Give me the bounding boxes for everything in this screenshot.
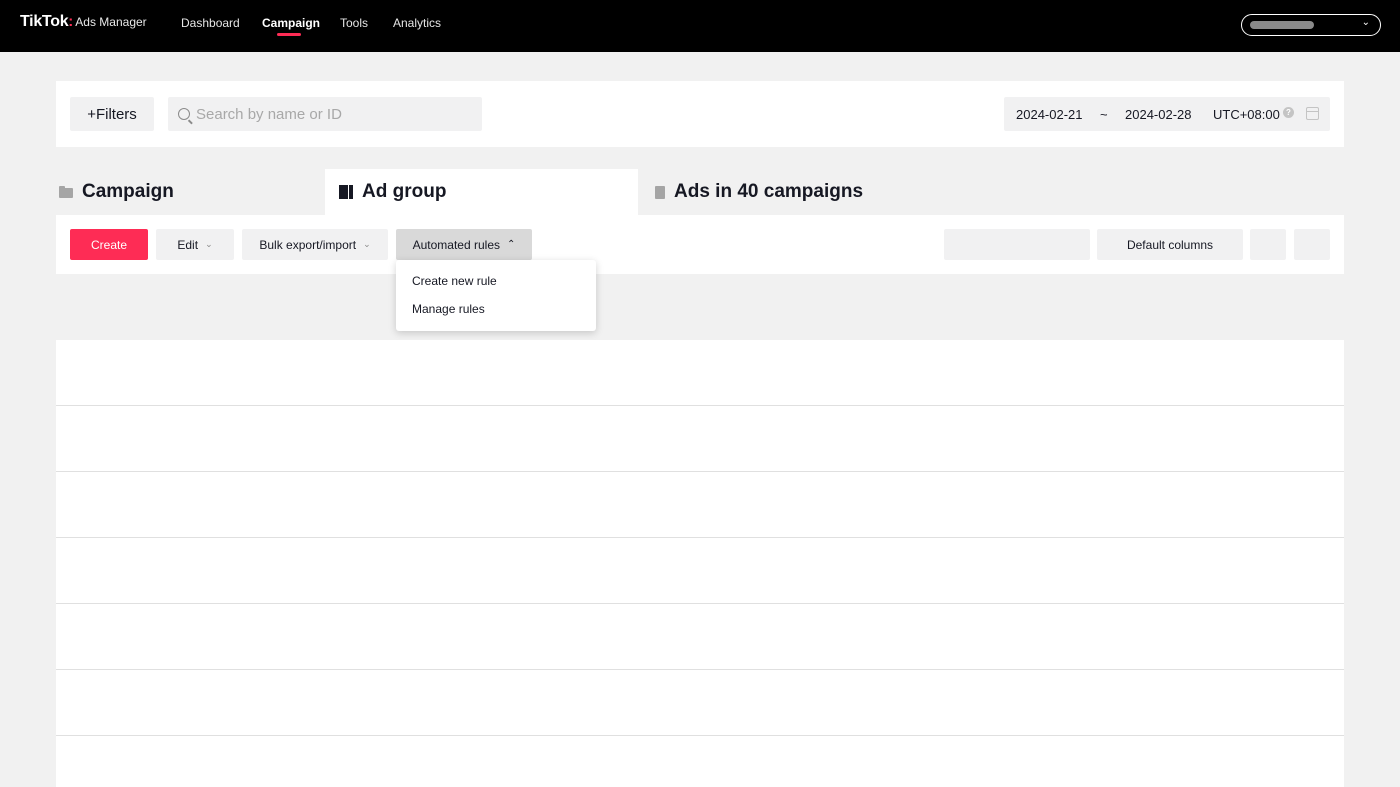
help-icon[interactable]: ? <box>1283 107 1294 118</box>
bulk-export-import-button[interactable]: Bulk export/import ⌄ <box>242 229 388 260</box>
automated-rules-label: Automated rules <box>412 237 500 252</box>
toolbar-icon-button-1[interactable] <box>1250 229 1286 260</box>
nav-active-indicator <box>277 33 301 36</box>
edit-label: Edit <box>177 237 199 252</box>
table-row[interactable] <box>56 604 1344 670</box>
create-button[interactable]: Create <box>70 229 148 260</box>
chevron-down-icon: ⌄ <box>1361 17 1370 28</box>
automated-rules-menu: Create new rule Manage rules <box>396 260 596 331</box>
chevron-down-icon: ⌄ <box>205 239 213 249</box>
tab-ads[interactable]: Ads in 40 campaigns <box>638 169 938 215</box>
logo-subtitle: Ads Manager <box>75 15 147 29</box>
date-range-picker[interactable]: 2024-02-21 ~ 2024-02-28 UTC+08:00 ? <box>1004 97 1330 131</box>
table-row[interactable] <box>56 670 1344 736</box>
nav-campaign[interactable]: Campaign <box>262 16 320 30</box>
account-name-placeholder <box>1250 21 1314 29</box>
account-selector[interactable]: ⌄ <box>1241 14 1381 36</box>
menu-item-create-new-rule[interactable]: Create new rule <box>396 267 596 295</box>
logo-separator: : <box>68 13 74 30</box>
date-end[interactable]: 2024-02-28 <box>1125 107 1192 122</box>
chevron-down-icon: ⌄ <box>363 239 371 249</box>
tiktok-ads-manager-logo[interactable]: TikTok : Ads Manager <box>20 13 147 31</box>
search-input[interactable] <box>196 105 466 123</box>
tab-ad-group[interactable]: Ad group <box>325 169 638 215</box>
tab-campaign-label: Campaign <box>82 181 174 202</box>
ad-icon <box>655 185 665 199</box>
table-row[interactable] <box>56 736 1344 787</box>
top-navigation-bar: TikTok : Ads Manager Dashboard Campaign … <box>0 0 1400 52</box>
tab-ads-label: Ads in 40 campaigns <box>674 181 864 202</box>
filter-bar: +Filters 2024-02-21 ~ 2024-02-28 UTC+08:… <box>56 81 1344 147</box>
automated-rules-button[interactable]: Automated rules ⌃ <box>396 229 532 260</box>
nav-analytics[interactable]: Analytics <box>393 16 441 30</box>
table-row[interactable] <box>56 472 1344 538</box>
timezone-label: UTC+08:00 <box>1213 107 1280 122</box>
ad-group-table <box>56 340 1344 787</box>
table-row[interactable] <box>56 538 1344 604</box>
folder-icon <box>59 186 73 198</box>
chevron-up-icon: ⌃ <box>507 239 516 250</box>
nav-dashboard[interactable]: Dashboard <box>181 16 240 30</box>
search-box[interactable] <box>168 97 482 131</box>
ad-group-icon <box>339 185 353 199</box>
calendar-icon[interactable] <box>1306 107 1319 120</box>
menu-item-manage-rules[interactable]: Manage rules <box>396 295 596 323</box>
default-columns-button[interactable]: Default columns <box>1097 229 1243 260</box>
action-toolbar: Create Edit ⌄ Bulk export/import ⌄ Autom… <box>56 215 1344 274</box>
filters-button[interactable]: +Filters <box>70 97 154 131</box>
toolbar-blank-button[interactable] <box>944 229 1090 260</box>
tab-ad-group-label: Ad group <box>362 181 447 202</box>
search-icon <box>178 108 190 120</box>
date-start[interactable]: 2024-02-21 <box>1016 107 1083 122</box>
logo-wordmark: TikTok <box>20 13 69 30</box>
edit-button[interactable]: Edit ⌄ <box>156 229 234 260</box>
bulk-label: Bulk export/import <box>259 237 357 252</box>
table-row[interactable] <box>56 406 1344 472</box>
tab-campaign[interactable]: Campaign <box>56 169 325 215</box>
table-row[interactable] <box>56 340 1344 406</box>
nav-tools[interactable]: Tools <box>340 16 368 30</box>
toolbar-icon-button-2[interactable] <box>1294 229 1330 260</box>
date-separator: ~ <box>1100 107 1108 122</box>
